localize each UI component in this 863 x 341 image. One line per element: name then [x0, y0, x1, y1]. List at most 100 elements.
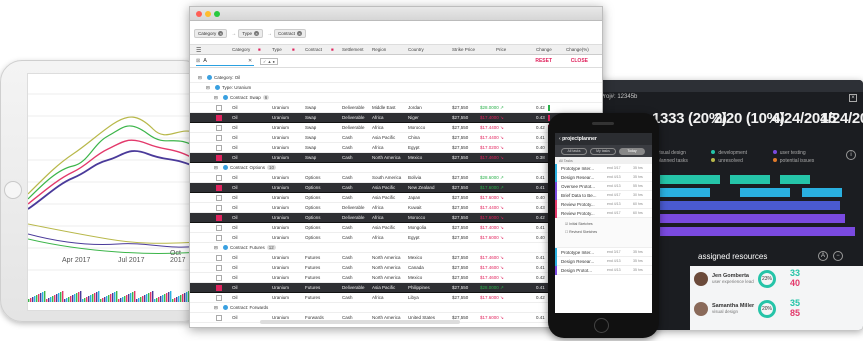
remove-chip-icon[interactable]: ×	[297, 31, 303, 36]
task-item[interactable]: Brief Data to Be... end 4/17 30 hrs	[555, 191, 652, 200]
collapse-icon[interactable]: ⊟	[214, 165, 218, 171]
column-header[interactable]: Contract	[305, 47, 322, 52]
row-checkbox[interactable]	[216, 215, 222, 221]
table-row[interactable]: Oil Uranium Futures Cash North America Mexico…	[190, 253, 602, 263]
collapse-icon[interactable]: ⊟	[214, 245, 218, 251]
collapse-icon[interactable]: ⊟	[214, 95, 218, 101]
group-chip-type[interactable]: Type ×	[238, 29, 264, 38]
close-icon[interactable]: ×	[849, 94, 857, 102]
minimize-window-button[interactable]	[205, 11, 211, 17]
row-checkbox[interactable]	[216, 105, 222, 111]
row-checkbox[interactable]	[216, 295, 222, 301]
table-row[interactable]: Oil Uranium Swap Cash Asia Pacific China $27,5…	[190, 133, 602, 143]
remove-chip-icon[interactable]: ×	[254, 31, 260, 36]
column-header[interactable]: Change(%)	[566, 47, 589, 52]
row-checkbox[interactable]	[216, 255, 222, 261]
collapse-icon[interactable]: ⊟	[214, 305, 218, 311]
row-checkbox[interactable]	[216, 195, 222, 201]
gantt-bar[interactable]	[660, 227, 855, 236]
table-row[interactable]: Oil Uranium Options Deliverable Africa Morocc…	[190, 213, 602, 223]
gantt-bar[interactable]	[660, 188, 710, 197]
row-checkbox[interactable]	[216, 155, 222, 161]
maximize-window-button[interactable]	[214, 11, 220, 17]
table-row[interactable]: Oil Uranium Futures Cash North America Canada…	[190, 263, 602, 273]
collapse-icon[interactable]: ⊟	[198, 75, 202, 81]
column-header[interactable]: Strike Price	[452, 47, 475, 52]
horizontal-scrollbar[interactable]	[260, 320, 460, 324]
close-button[interactable]: CLOSE	[571, 58, 588, 64]
reset-button[interactable]: RESET	[535, 58, 552, 64]
table-row[interactable]: Oil Uranium Swap Deliverable Africa Morocco $2…	[190, 123, 602, 133]
row-checkbox[interactable]	[216, 275, 222, 281]
column-header[interactable]: Change	[536, 47, 552, 52]
row-checkbox[interactable]	[216, 225, 222, 231]
table-row[interactable]: Oil Uranium Options Deliverable Africa Kuwait…	[190, 203, 602, 213]
table-row[interactable]: Oil Uranium Futures Cash North America Mexico…	[190, 273, 602, 283]
row-checkbox[interactable]	[216, 205, 222, 211]
task-item[interactable]: Prototype Inter... end 3/17 35 hrs	[555, 248, 652, 257]
filter-toggle[interactable]: ✓ ▲ ●	[260, 58, 278, 65]
task-item[interactable]: Design Protot... end 4/13 35 hrs	[555, 266, 652, 275]
gantt-bar[interactable]	[780, 175, 810, 184]
column-header[interactable]: Country	[408, 47, 424, 52]
row-checkbox[interactable]	[216, 175, 222, 181]
menu-icon[interactable]: ☰	[196, 47, 201, 54]
collapse-icon[interactable]: ⊟	[206, 85, 210, 91]
tab-today[interactable]: Today	[619, 148, 645, 155]
phone-home-button[interactable]	[594, 318, 609, 333]
group-chip-contract[interactable]: Contract ×	[274, 29, 307, 38]
row-checkbox[interactable]	[216, 285, 222, 291]
table-row[interactable]: Oil Uranium Swap Deliverable Middle East Jord…	[190, 103, 602, 113]
table-row[interactable]: Oil Uranium Futures Cash Africa Libya $27,550 $…	[190, 293, 602, 303]
task-item[interactable]: Design Resear... end 4/13 35 hrs	[555, 173, 652, 182]
gantt-bar[interactable]	[660, 175, 720, 184]
row-checkbox[interactable]	[216, 235, 222, 241]
table-row[interactable]: Oil Uranium Options Cash Asia Pacific New Zea…	[190, 183, 602, 193]
column-header[interactable]: Price	[496, 47, 506, 52]
group-row[interactable]: ⊟ Type: Uranium	[190, 83, 602, 93]
task-item[interactable]: Review Prototy... end 4/17 60 hrs	[555, 209, 652, 218]
tab-my-tasks[interactable]: My tasks	[590, 148, 616, 155]
remove-chip-icon[interactable]: ×	[218, 31, 224, 36]
subtask[interactable]: ☐ Revised Sketches	[565, 230, 597, 234]
column-header[interactable]: Region	[372, 47, 386, 52]
search-input[interactable]: ⊠ A	[196, 58, 254, 66]
row-checkbox[interactable]	[216, 115, 222, 121]
table-row[interactable]: Oil Uranium Futures Deliverable Asia Pacific…	[190, 283, 602, 293]
column-header[interactable]: Category	[232, 47, 250, 52]
row-checkbox[interactable]	[216, 135, 222, 141]
remove-icon[interactable]: −	[833, 251, 843, 261]
row-checkbox[interactable]	[216, 125, 222, 131]
table-row[interactable]: Oil Uranium Swap Cash North America Mexico $27…	[190, 153, 602, 163]
gantt-bar[interactable]	[660, 201, 840, 210]
group-row[interactable]: ⊟ Category: Oil	[190, 73, 602, 83]
group-chip-category[interactable]: Category ×	[194, 29, 228, 38]
subtask[interactable]: ☑ Initial Sketches	[565, 222, 593, 226]
gantt-bar[interactable]	[802, 188, 842, 197]
info-icon[interactable]: i	[846, 150, 856, 160]
gantt-bar[interactable]	[660, 214, 845, 223]
resource-row[interactable]: Jen Gomberta user experience lead	[712, 273, 754, 284]
clear-search-icon[interactable]: ✕	[248, 58, 252, 64]
table-row[interactable]: Oil Uranium Options Cash Asia Pacific Japan $2…	[190, 193, 602, 203]
add-icon[interactable]: A	[818, 251, 828, 261]
gantt-bar[interactable]	[740, 188, 790, 197]
table-row[interactable]: Oil Uranium Swap Cash Africa Egypt $27,550 $17.…	[190, 143, 602, 153]
group-row[interactable]: ⊟ Contract: Forwards	[190, 303, 602, 313]
task-item[interactable]: Review Prototy... end 4/13 60 hrs	[555, 200, 652, 209]
row-checkbox[interactable]	[216, 315, 222, 321]
table-row[interactable]: Oil Uranium Swap Deliverable Africa Niger $27,…	[190, 113, 602, 123]
table-row[interactable]: Oil Uranium Options Cash South America Bolivi…	[190, 173, 602, 183]
group-row[interactable]: ⊟ Contract: Swap 6	[190, 93, 602, 103]
table-row[interactable]: Oil Uranium Options Cash Asia Pacific Mongoli…	[190, 223, 602, 233]
column-header[interactable]: Type	[272, 47, 282, 52]
resource-row[interactable]: Samantha Miller visual design	[712, 303, 754, 314]
table-row[interactable]: Oil Uranium Options Cash Africa Egypt $27,550 $…	[190, 233, 602, 243]
group-row[interactable]: ⊟ Contract: Options 10	[190, 163, 602, 173]
row-checkbox[interactable]	[216, 185, 222, 191]
task-item[interactable]: Design Resear... end 4/13 35 hrs	[555, 257, 652, 266]
close-window-button[interactable]	[196, 11, 202, 17]
row-checkbox[interactable]	[216, 265, 222, 271]
column-header[interactable]: Settlement	[342, 47, 364, 52]
gantt-bar[interactable]	[730, 175, 770, 184]
